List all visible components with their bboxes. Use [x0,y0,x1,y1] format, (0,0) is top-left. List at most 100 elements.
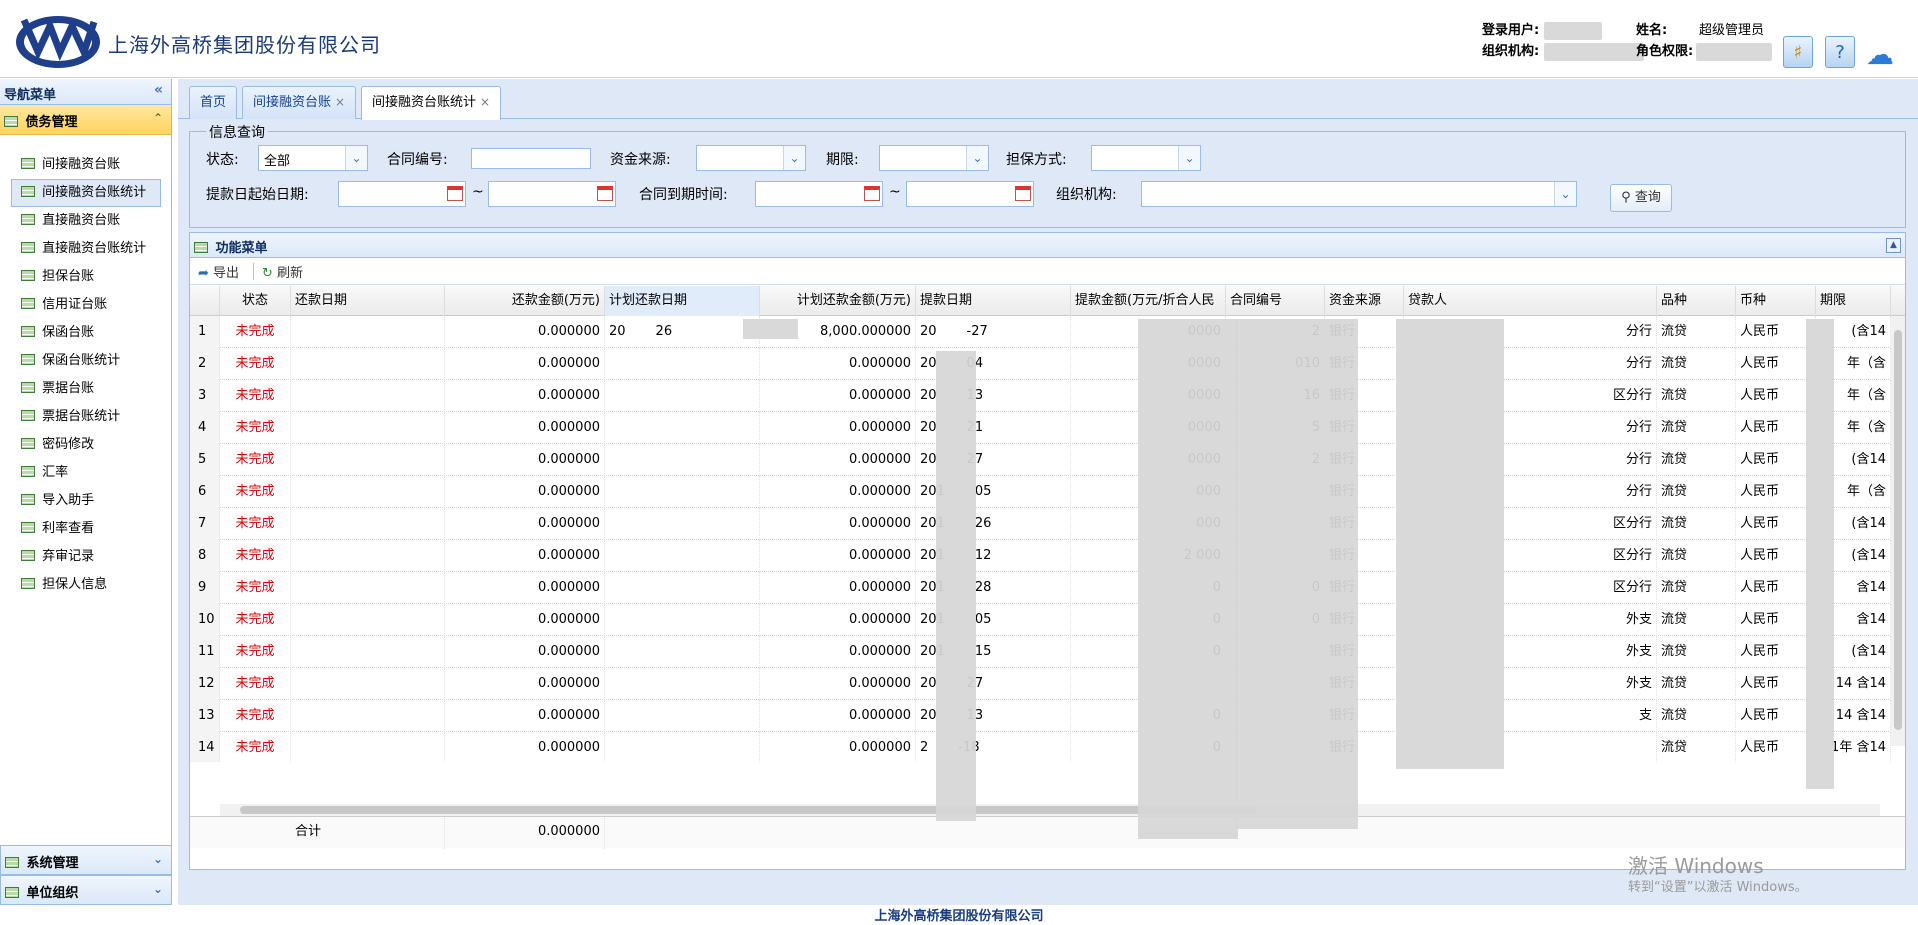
menu-item-interest-rate[interactable]: 利率查看 [11,515,161,543]
refresh-button[interactable]: ↻ 刷新 [262,262,303,281]
org-select[interactable]: ⌄ [1141,181,1577,207]
tab-home[interactable]: 首页 [189,86,238,119]
cloud-upload-icon[interactable]: ☁ [1866,38,1894,71]
column-header[interactable]: 资金来源 [1325,286,1404,316]
table-cell: 2 [190,348,220,380]
status-select[interactable]: 全部 ⌄ [258,145,368,171]
table-row[interactable]: 6未完成0.0000000.00000020105000银行分行流贷人民币年（含 [190,476,1905,508]
scrollbar-thumb[interactable] [240,806,1256,814]
table-row[interactable]: 10未完成0.0000000.0000002010500银行外支流贷人民币含14 [190,604,1905,636]
column-header[interactable]: 还款金额(万元) [445,286,605,316]
search-button[interactable]: ⚲ 查询 [1610,184,1672,212]
menu-item-bill-ledger-stats[interactable]: 票据台账统计 [11,403,161,431]
windows-activation-hint: 转到“设置”以激活 Windows。 [1628,880,1808,895]
table-row[interactable]: 3未完成0.0000000.0000002013000016银行区分行流贷人民币… [190,380,1905,412]
accordion-system-label: 系统管理 [26,856,79,871]
menu-item-import-helper[interactable]: 导入助手 [11,487,161,515]
menu-item-lc-ledger[interactable]: 信用证台账 [11,291,161,319]
column-header[interactable]: 合同编号 [1226,286,1325,316]
close-tab-icon[interactable]: × [480,95,490,109]
grid-body: 1未完成0.00000020268,000.00000020-2700002银行… [190,316,1905,762]
accordion-debt-management[interactable]: 债务管理 ⌃ [0,105,171,135]
table-cell: 0.000000 [445,412,605,444]
source-select[interactable]: ⌄ [696,145,806,171]
menu-item-password[interactable]: 密码修改 [11,431,161,459]
table-row[interactable]: 8未完成0.0000000.000000201122 000银行区分行流贷人民币… [190,540,1905,572]
guarantee-select[interactable]: ⌄ [1091,145,1201,171]
table-row[interactable]: 11未完成0.0000000.000000201150银行外支流贷人民币(含14 [190,636,1905,668]
menu-item-indirect-ledger[interactable]: 间接融资台账 [11,151,161,179]
table-cell: 流贷 [1657,604,1736,636]
menu-item-bill-ledger[interactable]: 票据台账 [11,375,161,403]
table-cell [291,316,445,348]
calendar-icon[interactable] [1015,186,1031,201]
table-row[interactable]: 1未完成0.00000020268,000.00000020-2700002银行… [190,316,1905,348]
table-cell: 流贷 [1657,508,1736,540]
table-row[interactable]: 2未完成0.0000000.00000020040000010银行分行流贷人民币… [190,348,1905,380]
term-select[interactable]: ⌄ [879,145,989,171]
menu-item-direct-ledger-stats[interactable]: 直接融资台账统计 [11,235,161,263]
column-header[interactable]: 状态 [220,286,291,316]
close-tab-icon[interactable]: × [335,95,345,109]
accordion-system-management[interactable]: 系统管理 ⌄ [0,845,172,875]
table-icon [21,550,35,561]
export-button[interactable]: ➦ 导出 [198,262,239,281]
menu-item-label: 直接融资台账统计 [42,241,147,256]
column-header[interactable]: 期限 [1816,286,1891,316]
contract-due-end-date[interactable] [906,181,1034,207]
menu-item-exchange-rate[interactable]: 汇率 [11,459,161,487]
table-row[interactable]: 13未完成0.0000000.00000020130银行支流贷人民币14 含14 [190,700,1905,732]
table-cell [605,476,760,508]
table-row[interactable]: 9未完成0.0000000.0000002012800银行区分行流贷人民币含14 [190,572,1905,604]
table-cell [291,476,445,508]
scrollbar-thumb[interactable] [1894,330,1902,730]
contract-input[interactable] [471,148,591,169]
column-header[interactable]: 提款金额(万元/折合人民 [1071,286,1226,316]
column-header[interactable]: 计划还款金额(万元) [760,286,916,316]
table-row[interactable]: 14未完成0.0000000.0000002-180银行流贷人民币1年 含14 [190,732,1905,762]
calendar-icon[interactable] [447,186,463,201]
table-row[interactable]: 5未完成0.0000000.000000202700002银行分行流贷人民币(含… [190,444,1905,476]
debt-menu-tree: 间接融资台账 间接融资台账统计 直接融资台账 直接融资台账统计 担保台账 信用证… [0,135,171,599]
table-row[interactable]: 12未完成0.0000000.0000002027银行外支流贷人民币14 含14 [190,668,1905,700]
menu-item-direct-ledger[interactable]: 直接融资台账 [11,207,161,235]
column-header[interactable]: 贷款人 [1404,286,1657,316]
tab-bar: 首页 间接融资台账 × 间接融资台账统计 × [178,79,1918,120]
menu-item-label: 密码修改 [42,437,95,452]
table-row[interactable]: 7未完成0.0000000.00000020126000银行区分行流贷人民币(含… [190,508,1905,540]
menu-item-indirect-ledger-stats[interactable]: 间接融资台账统计 [11,179,161,207]
table-cell [291,380,445,412]
table-icon [21,466,35,477]
export-icon: ➦ [198,266,209,281]
table-cell: 3 [190,380,220,412]
column-header[interactable]: 品种 [1657,286,1736,316]
collapse-sidebar-icon[interactable]: « [154,82,163,98]
table-cell: 人民币 [1736,316,1816,348]
column-header[interactable]: 还款日期 [291,286,445,316]
calendar-icon[interactable] [864,186,880,201]
horizontal-scrollbar[interactable] [220,804,1880,816]
draw-start-date[interactable] [338,181,466,207]
collapse-panel-icon[interactable]: ▲ [1886,238,1901,253]
grid-header: 状态 还款日期 还款金额(万元) 计划还款日期 计划还款金额(万元) 提款日期 … [190,286,1905,316]
menu-item-guarantee-ledger[interactable]: 担保台账 [11,263,161,291]
accordion-unit-organization[interactable]: 单位组织 ⌄ [0,875,172,905]
user-profile-button[interactable]: ♯ [1783,36,1813,68]
tab-indirect-ledger[interactable]: 间接融资台账 × [242,86,357,119]
draw-end-date[interactable] [488,181,616,207]
vertical-scrollbar[interactable] [1891,316,1905,746]
redacted-role [1696,43,1772,61]
menu-item-lg-ledger[interactable]: 保函台账 [11,319,161,347]
menu-item-abandon-records[interactable]: 弃审记录 [11,543,161,571]
column-header[interactable]: 提款日期 [916,286,1071,316]
column-header[interactable]: 币种 [1736,286,1816,316]
menu-item-label: 保函台账统计 [42,353,121,368]
tab-indirect-ledger-stats[interactable]: 间接融资台账统计 × [361,86,502,120]
calendar-icon[interactable] [597,186,613,201]
table-row[interactable]: 4未完成0.0000000.000000202100005银行分行流贷人民币年（… [190,412,1905,444]
column-header[interactable]: 计划还款日期 [605,286,760,316]
help-button[interactable]: ? [1825,36,1855,68]
menu-item-lg-ledger-stats[interactable]: 保函台账统计 [11,347,161,375]
menu-item-guarantor-info[interactable]: 担保人信息 [11,571,161,599]
contract-due-start-date[interactable] [755,181,883,207]
